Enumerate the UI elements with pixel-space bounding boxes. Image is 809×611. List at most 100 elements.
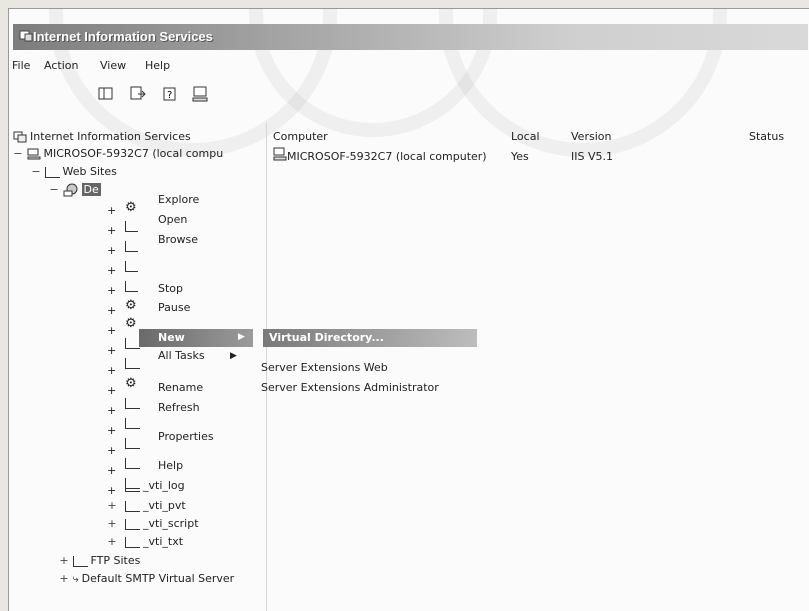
- column-header-version[interactable]: Version: [571, 130, 611, 144]
- menu-item-virtual-directory-label: Virtual Directory...: [269, 331, 384, 344]
- expand-toggle[interactable]: +: [107, 484, 116, 500]
- show-hide-console-tree-icon[interactable]: [97, 85, 115, 103]
- expand-toggle[interactable]: +: [107, 517, 117, 530]
- submenu-arrow-icon: ▶: [230, 351, 237, 361]
- folder-icon: [125, 438, 140, 449]
- tree-item-label: _vti_pvt: [143, 499, 186, 512]
- menu-item-server-extensions-administrator[interactable]: Server Extensions Administrator: [261, 381, 439, 394]
- expand-toggle[interactable]: +: [107, 204, 116, 220]
- menu-action[interactable]: Action: [44, 59, 78, 72]
- expand-toggle[interactable]: +: [107, 304, 116, 320]
- menu-item-open[interactable]: Open: [158, 213, 187, 226]
- gear-globe-icon: ⚙: [125, 376, 137, 391]
- expand-toggle[interactable]: +: [107, 464, 116, 480]
- expand-toggle[interactable]: +: [107, 384, 116, 400]
- menu-file[interactable]: File: [12, 59, 30, 72]
- menu-item-browse[interactable]: Browse: [158, 233, 198, 246]
- tree-item-web-sites[interactable]: − Web Sites: [31, 165, 117, 181]
- menu-item-new[interactable]: New ▶: [139, 329, 253, 347]
- gear-globe-icon: ⚙: [125, 200, 137, 215]
- menu-item-server-extensions-web[interactable]: Server Extensions Web: [261, 361, 388, 374]
- expand-toggle[interactable]: +: [59, 554, 69, 567]
- expand-toggle[interactable]: +: [107, 535, 117, 548]
- folder-icon: [125, 458, 140, 469]
- tree-item-label: Web Sites: [62, 165, 117, 178]
- expand-toggle[interactable]: +: [107, 344, 116, 360]
- tree-item-vti-log[interactable]: _vti_log: [125, 479, 185, 495]
- cell-version: IIS V5.1: [571, 150, 613, 163]
- folder-icon: [125, 518, 140, 530]
- console-tree: Internet Information Services − MICROSOF…: [9, 120, 267, 600]
- expand-toggle[interactable]: +: [59, 572, 69, 585]
- column-header-status[interactable]: Status: [749, 130, 784, 144]
- tree-item-label: _vti_script: [143, 517, 199, 530]
- folder-icon: [125, 398, 140, 409]
- computer-icon: [27, 148, 40, 160]
- menu-item-stop[interactable]: Stop: [158, 282, 183, 295]
- web-file-icon: [125, 281, 138, 292]
- collapse-toggle[interactable]: −: [31, 165, 41, 178]
- web-file-icon: [125, 241, 138, 252]
- folder-icon: [125, 480, 140, 492]
- menu-item-properties[interactable]: Properties: [158, 430, 214, 443]
- computer-icon[interactable]: [191, 85, 209, 103]
- expand-toggle[interactable]: +: [107, 444, 116, 460]
- iis-icon: [13, 131, 27, 143]
- tree-item-computer[interactable]: − MICROSOF-5932C7 (local compu: [13, 147, 223, 163]
- tree-item-label: MICROSOF-5932C7 (local compu: [43, 147, 224, 160]
- expand-toggle[interactable]: +: [107, 364, 116, 380]
- folder-icon: [125, 536, 140, 548]
- column-header-computer[interactable]: Computer: [273, 130, 328, 144]
- menu-item-explore[interactable]: Explore: [158, 193, 199, 206]
- expand-toggle[interactable]: +: [107, 224, 116, 240]
- folder-icon: [72, 555, 88, 567]
- website-icon: [63, 183, 77, 197]
- column-header-local[interactable]: Local: [511, 130, 540, 144]
- tree-item-default-web-site[interactable]: − De: [49, 183, 101, 199]
- menu-help[interactable]: Help: [145, 59, 170, 72]
- menu-item-refresh[interactable]: Refresh: [158, 401, 200, 414]
- tree-item-label: Internet Information Services: [30, 130, 191, 143]
- collapse-toggle[interactable]: −: [49, 183, 59, 196]
- tree-item-smtp[interactable]: + ⤷ Default SMTP Virtual Server: [59, 572, 234, 588]
- tree-item-vti-pvt[interactable]: + _vti_pvt: [107, 499, 186, 515]
- smtp-icon: ⤷: [72, 572, 79, 585]
- menu-item-all-tasks[interactable]: All Tasks: [158, 349, 205, 362]
- folder-icon: [125, 500, 140, 512]
- tree-item-label: De: [81, 183, 101, 196]
- menu-item-rename[interactable]: Rename: [158, 381, 203, 394]
- web-file-icon: [125, 221, 138, 232]
- svg-text:?: ?: [167, 90, 172, 101]
- tree-item-ftp-sites[interactable]: + FTP Sites: [59, 554, 140, 570]
- tree-item-vti-txt[interactable]: + _vti_txt: [107, 535, 184, 551]
- folder-icon: [125, 338, 140, 349]
- export-list-icon[interactable]: [129, 85, 147, 103]
- menu-item-help[interactable]: Help: [158, 459, 183, 472]
- menu-item-new-label: New: [158, 331, 185, 344]
- expand-toggle[interactable]: +: [107, 244, 116, 260]
- folder-icon: [125, 418, 140, 429]
- menu-item-pause[interactable]: Pause: [158, 301, 190, 314]
- tree-item-root[interactable]: Internet Information Services: [13, 130, 191, 146]
- expand-toggle[interactable]: +: [107, 284, 116, 300]
- expand-toggle[interactable]: +: [107, 404, 116, 420]
- tree-item-label: FTP Sites: [90, 554, 141, 567]
- menu-view[interactable]: View: [100, 59, 126, 72]
- help-icon[interactable]: ?: [161, 85, 179, 103]
- expand-toggle[interactable]: +: [107, 499, 117, 512]
- cell-computer: MICROSOF-5932C7 (local computer): [287, 150, 487, 163]
- menu-bar: File Action View Help: [9, 59, 809, 75]
- expand-toggle[interactable]: +: [107, 424, 116, 440]
- tree-item-label: Default SMTP Virtual Server: [81, 572, 235, 585]
- collapse-toggle[interactable]: −: [13, 147, 23, 160]
- toolbar: ?: [9, 85, 809, 105]
- tree-item-vti-script[interactable]: + _vti_script: [107, 517, 199, 533]
- expand-toggle[interactable]: +: [107, 324, 116, 340]
- expand-toggle[interactable]: +: [107, 264, 116, 280]
- title-bar: Internet Information Services: [13, 24, 808, 50]
- tree-item-label: _vti_log: [143, 479, 185, 492]
- tree-item-label: _vti_txt: [143, 535, 184, 548]
- gear-globe-icon: ⚙: [125, 298, 137, 313]
- menu-item-virtual-directory[interactable]: Virtual Directory...: [263, 329, 477, 347]
- iis-app-icon: [19, 30, 33, 42]
